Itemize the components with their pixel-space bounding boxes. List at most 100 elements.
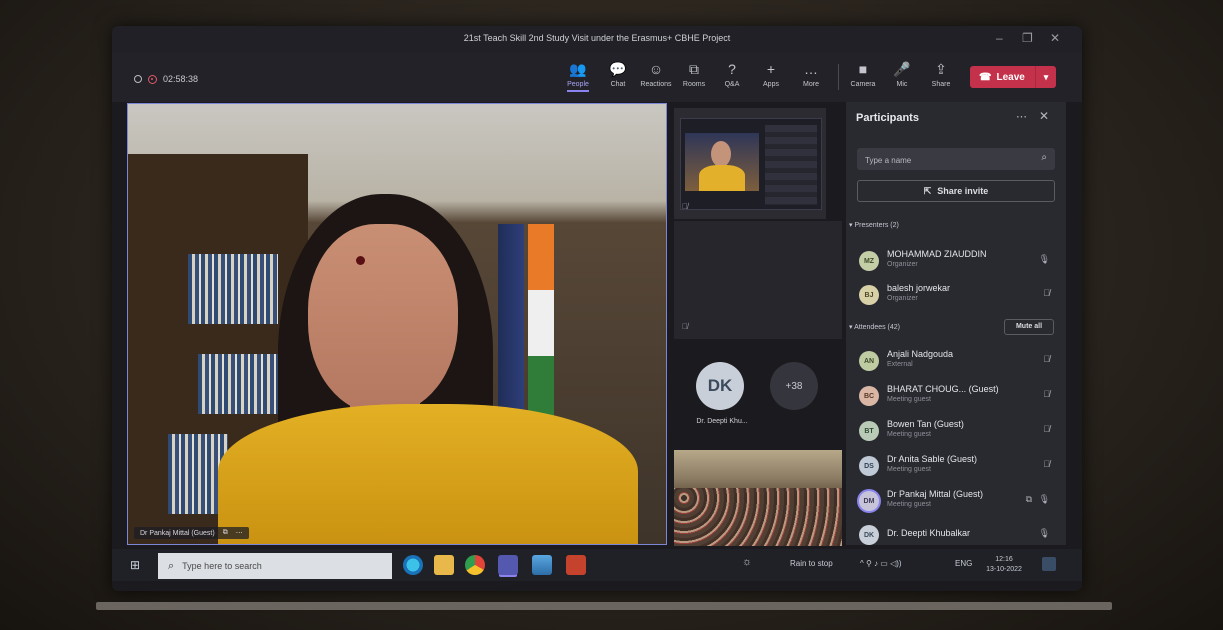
preview-participant-list	[765, 125, 817, 205]
avatar: BJ	[859, 285, 879, 305]
participant-row[interactable]: DS Dr Anita Sable (Guest) Meeting guest …	[856, 451, 1056, 485]
search-input[interactable]	[857, 148, 1037, 172]
video-tile-audience[interactable]	[674, 450, 842, 546]
clock-date: 13-10-2022	[986, 566, 1022, 573]
chevron-down-icon[interactable]: ▾	[1035, 66, 1056, 88]
apps-label: Apps	[763, 81, 779, 88]
attendees-header[interactable]: ▾ Attendees (42)	[849, 323, 900, 331]
rooms-icon: ⧉	[689, 61, 699, 77]
mic-icon: 🎙	[1038, 528, 1050, 538]
books	[198, 354, 278, 414]
participant-search[interactable]: ⌕	[857, 148, 1055, 172]
mic-off-icon: 🎙̸	[1043, 389, 1050, 399]
mic-label: Mic	[896, 81, 908, 88]
participant-name: Anjali Nadgouda	[887, 349, 954, 359]
people-label: People	[560, 81, 596, 92]
camera-button[interactable]: ■ Camera	[845, 60, 881, 88]
participant-name: BHARAT CHOUG... (Guest)	[887, 384, 999, 394]
edge-icon[interactable]	[403, 555, 423, 575]
presenters-header-text: Presenters (2)	[854, 222, 899, 229]
main-video-stage[interactable]: Dr Pankaj Mittal (Guest) ⧉ ⋯	[127, 103, 667, 545]
mic-icon: 🎙	[1038, 254, 1050, 264]
participant-row[interactable]: BC BHARAT CHOUG... (Guest) Meeting guest…	[856, 381, 1056, 415]
mic-off-icon: 🎙̸	[1043, 354, 1050, 364]
participant-row[interactable]: AN Anjali Nadgouda External 🎙̸	[856, 346, 1056, 380]
participant-row[interactable]: BT Bowen Tan (Guest) Meeting guest 🎙̸	[856, 416, 1056, 450]
meeting-timer: 02:58:38	[134, 74, 198, 84]
participant-name: Dr. Deepti Khubalkar	[887, 528, 971, 538]
participant-row[interactable]: DM Dr Pankaj Mittal (Guest) Meeting gues…	[856, 486, 1056, 520]
video-tile-shared-screen[interactable]: 🎙̸	[674, 108, 826, 219]
video-tile-empty[interactable]: 🎙̸	[674, 221, 842, 339]
mute-all-button[interactable]: Mute all	[1004, 319, 1054, 335]
more-icon[interactable]: ⋯	[1016, 110, 1027, 123]
weather-text[interactable]: Rain to stop	[790, 559, 833, 568]
teams-icon[interactable]	[498, 555, 518, 575]
leave-button[interactable]: ☎ Leave ▾	[970, 66, 1056, 88]
mic-off-icon: 🎙̸	[682, 322, 688, 331]
reactions-label: Reactions	[640, 81, 672, 88]
mic-button[interactable]: 🎤 Mic	[884, 60, 920, 88]
timer-text: 02:58:38	[163, 74, 199, 84]
title-bar: 21st Teach Skill 2nd Study Visit under t…	[112, 26, 1082, 52]
reactions-button[interactable]: ☺ Reactions	[638, 60, 674, 88]
participant-name: Dr Pankaj Mittal (Guest)	[887, 489, 984, 499]
apps-icon: +	[766, 61, 776, 77]
participant-role: External	[887, 361, 913, 368]
attendees-header-text: Attendees (42)	[854, 324, 900, 331]
weather-icon: ☼	[742, 556, 753, 568]
participant-role: Organizer	[887, 261, 918, 268]
chat-icon: 💬	[609, 61, 627, 77]
participant-row[interactable]: MZ MOHAMMAD ZIAUDDIN Organizer 🎙	[856, 246, 1056, 280]
rooms-button[interactable]: ⧉ Rooms	[676, 60, 712, 88]
mic-off-icon: 🎙̸	[682, 202, 688, 211]
toolbar-divider	[838, 64, 839, 90]
chrome-icon[interactable]	[465, 555, 485, 575]
phone-hangup-icon: ☎	[979, 71, 992, 83]
close-icon[interactable]: ✕	[1039, 109, 1049, 123]
share-invite-button[interactable]: ⇱ Share invite	[857, 180, 1055, 202]
more-button[interactable]: … More	[793, 60, 829, 88]
taskbar-search[interactable]: ⌕ Type here to search	[158, 553, 392, 579]
restore-icon[interactable]: ❐	[1022, 31, 1033, 45]
mic-off-icon: 🎙̸	[1043, 424, 1050, 434]
participant-role: Meeting guest	[887, 431, 931, 438]
speaker-bindi	[356, 256, 365, 265]
panel-title: Participants	[856, 112, 919, 124]
powerpoint-icon[interactable]	[566, 555, 586, 575]
file-explorer-icon[interactable]	[434, 555, 454, 575]
language-indicator[interactable]: ENG	[955, 559, 972, 568]
flag	[528, 224, 554, 424]
taskbar-clock[interactable]: 12:16 13-10-2022	[982, 555, 1026, 575]
close-icon[interactable]: ✕	[1050, 31, 1060, 45]
windows-start-icon[interactable]: ⊞	[130, 558, 140, 572]
more-options-icon[interactable]: ⋯	[236, 529, 243, 537]
meeting-toolbar: 02:58:38 👥 People 💬 Chat ☺ Reactions ⧉ R…	[112, 52, 1082, 102]
avatar: DS	[859, 456, 879, 476]
shared-screen-preview	[680, 118, 822, 210]
participants-panel: Participants ⋯ ✕ ⌕ ⇱ Share invite ▾ Pres…	[846, 102, 1066, 545]
more-participants-button[interactable]: +38	[770, 362, 818, 410]
presenters-header[interactable]: ▾ Presenters (2)	[849, 221, 899, 229]
chat-button[interactable]: 💬 Chat	[600, 60, 636, 88]
shield-icon	[134, 75, 142, 83]
people-button[interactable]: 👥 People	[560, 60, 596, 92]
audience-crowd	[674, 488, 842, 546]
avatar: MZ	[859, 251, 879, 271]
apps-button[interactable]: + Apps	[753, 60, 789, 88]
screen-frame-bar	[96, 602, 1112, 610]
notification-icon[interactable]	[1042, 557, 1056, 571]
people-icon: 👥	[569, 61, 587, 77]
system-tray-icons[interactable]: ^ ⚲ ♪ ▭ ◁))	[860, 559, 902, 568]
chat-label: Chat	[610, 81, 626, 88]
avatar[interactable]: DK	[696, 362, 744, 410]
photos-icon[interactable]	[532, 555, 552, 575]
qa-button[interactable]: ? Q&A	[714, 60, 750, 88]
share-button[interactable]: ⇪ Share	[923, 60, 959, 88]
search-icon: ⌕	[1041, 152, 1047, 163]
preview-face	[711, 141, 731, 167]
participant-row[interactable]: BJ balesh jorwekar Organizer 🎙̸	[856, 280, 1056, 314]
leave-label: Leave	[996, 71, 1025, 83]
minimize-icon[interactable]: –	[996, 31, 1003, 45]
qa-icon: ?	[728, 61, 736, 77]
